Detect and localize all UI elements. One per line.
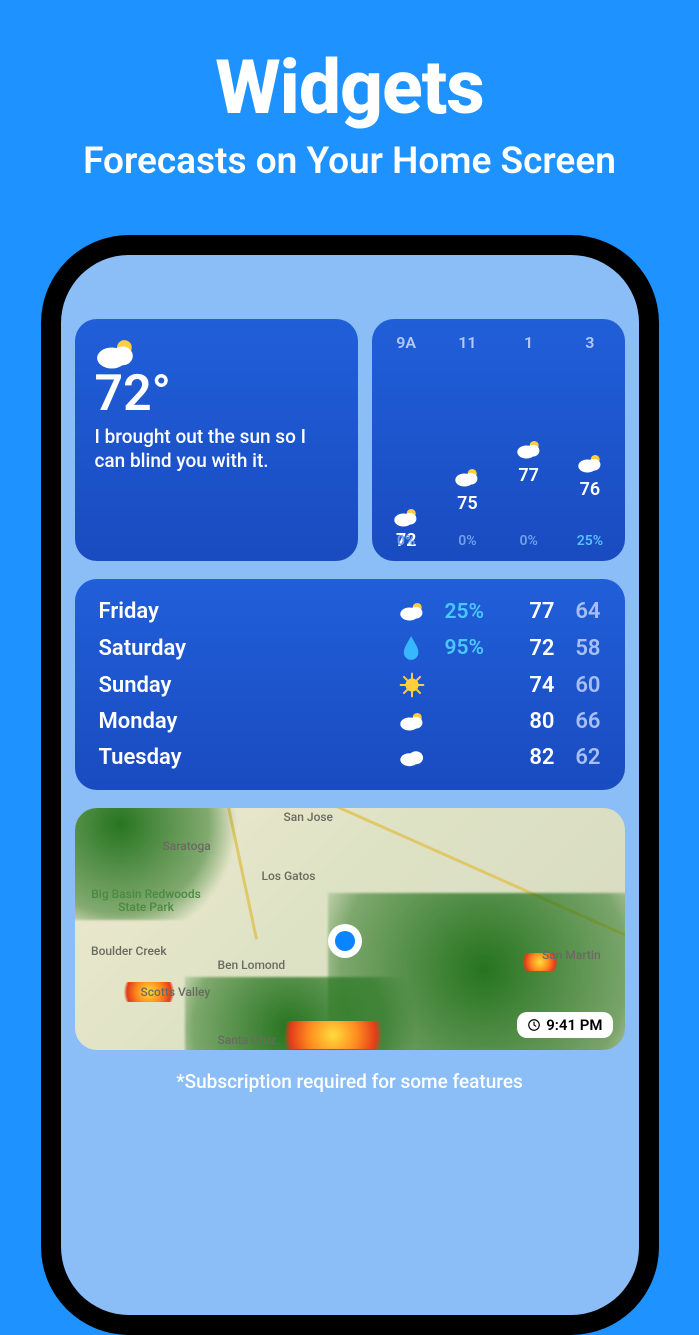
day-high: 74 <box>503 673 555 698</box>
map-time: 9:41 PM <box>546 1016 602 1034</box>
hero-title: Widgets <box>0 44 699 132</box>
day-low: 58 <box>555 636 601 661</box>
day-low: 64 <box>555 599 601 624</box>
daily-row: Saturday 95% 72 58 <box>99 635 601 661</box>
hour-precip: 0% <box>519 533 537 549</box>
hourly-column: 3 76 25% <box>559 333 620 549</box>
day-low: 66 <box>555 709 601 734</box>
widget-radar-map[interactable]: 9:41 PM San Jose Saratoga Los Gatos Big Bas… <box>75 808 625 1050</box>
cloud-sun-icon <box>391 601 433 622</box>
map-label: Saratoga <box>163 839 211 853</box>
day-high: 82 <box>503 745 555 770</box>
cloud-sun-icon <box>454 467 480 491</box>
sun-icon <box>391 672 433 698</box>
widget-current[interactable]: 72° I brought out the sun so I can blind… <box>75 319 358 561</box>
hero-subtitle: Forecasts on Your Home Screen <box>0 140 699 183</box>
raindrop-icon <box>391 635 433 661</box>
phone-frame: 72° I brought out the sun so I can blind… <box>41 235 659 1335</box>
day-high: 77 <box>503 599 555 624</box>
map-label: Scotts Valley <box>141 985 211 999</box>
hour-temp: 75 <box>457 493 478 514</box>
map-label: San Jose <box>284 810 333 824</box>
day-name: Friday <box>99 599 391 624</box>
cloud-sun-icon <box>577 453 603 477</box>
daily-row: Tuesday 82 62 <box>99 745 601 770</box>
day-name: Saturday <box>99 636 391 661</box>
day-name: Sunday <box>99 673 391 698</box>
map-location-dot <box>328 924 362 958</box>
hour-label: 9A <box>396 333 416 352</box>
footnote: *Subscription required for some features <box>75 1070 625 1093</box>
hour-label: 1 <box>524 333 533 352</box>
daily-row: Friday 25% 77 64 <box>99 599 601 624</box>
day-name: Tuesday <box>99 745 391 770</box>
hour-precip: 0% <box>458 533 476 549</box>
cloud-sun-icon <box>516 439 542 463</box>
hour-label: 3 <box>585 333 594 352</box>
map-time-pill[interactable]: 9:41 PM <box>517 1012 612 1038</box>
day-high: 72 <box>503 636 555 661</box>
cloud-sun-icon <box>393 507 419 528</box>
hourly-column: 9A 72 0% <box>376 333 437 549</box>
map-label: Santa Cruz <box>218 1033 277 1047</box>
day-precip: 25% <box>433 600 503 624</box>
hourly-column: 1 77 0% <box>498 333 559 549</box>
hour-temp: 76 <box>580 479 601 500</box>
cloud-icon <box>391 748 433 768</box>
day-low: 62 <box>555 745 601 770</box>
daily-row: Monday 80 66 <box>99 709 601 734</box>
hour-label: 11 <box>458 333 476 352</box>
widget-hourly[interactable]: 9A 72 0% 11 75 0% 1 77 0% 3 <box>372 319 625 561</box>
cloud-sun-icon <box>391 711 433 732</box>
map-label: Boulder Creek <box>91 944 167 958</box>
day-precip: 95% <box>433 636 503 660</box>
day-name: Monday <box>99 709 391 734</box>
day-high: 80 <box>503 709 555 734</box>
hourly-column: 11 75 0% <box>437 333 498 549</box>
current-message: I brought out the sun so I can blind you… <box>95 425 340 473</box>
hour-temp: 77 <box>518 465 539 486</box>
phone-screen: 72° I brought out the sun so I can blind… <box>61 255 639 1315</box>
hour-precip: 0% <box>397 533 415 549</box>
hero: Widgets Forecasts on Your Home Screen <box>0 0 699 183</box>
daily-row: Sunday 74 60 <box>99 672 601 698</box>
hour-precip: 25% <box>577 533 603 549</box>
map-label: Los Gatos <box>262 869 316 883</box>
current-temperature: 72° <box>95 369 340 419</box>
map-label: Big Basin Redwoods State Park <box>91 888 201 914</box>
widget-daily[interactable]: Friday 25% 77 64 Saturday 95% 72 58 Sund… <box>75 579 625 790</box>
map-label: San Martin <box>542 948 601 962</box>
clock-icon <box>527 1018 541 1032</box>
map-label: Ben Lomond <box>218 958 286 972</box>
day-low: 60 <box>555 673 601 698</box>
